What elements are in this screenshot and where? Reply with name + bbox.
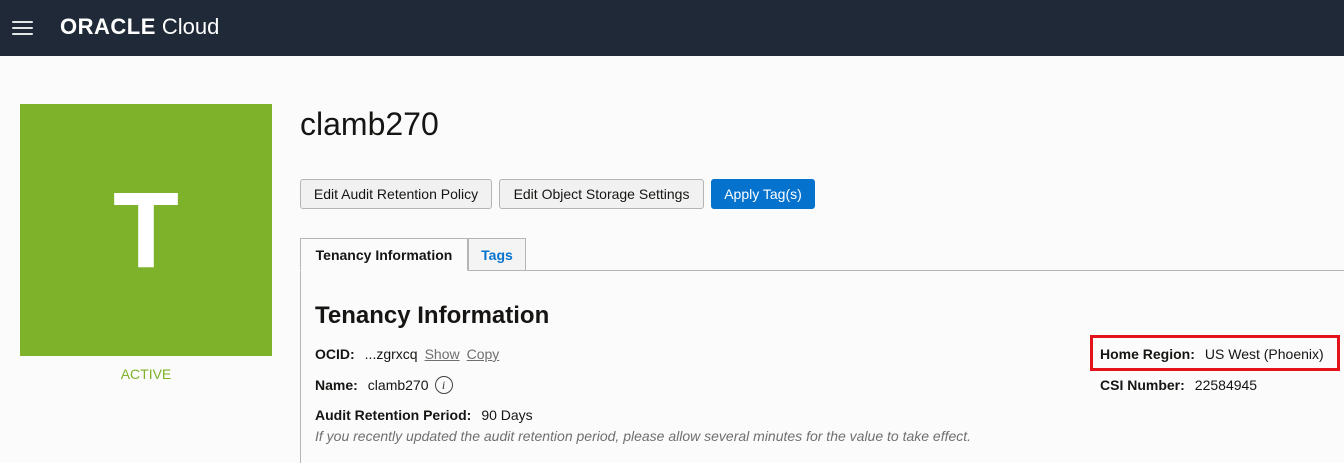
status-badge: ACTIVE — [120, 366, 172, 382]
edit-object-storage-settings-button[interactable]: Edit Object Storage Settings — [499, 179, 704, 209]
ocid-show-link[interactable]: Show — [425, 346, 460, 362]
page-title: clamb270 — [300, 106, 439, 142]
tenancy-avatar-letter: T — [113, 169, 179, 290]
csi-number-row: CSI Number: 22584945 — [1100, 376, 1257, 394]
name-value: clamb270 — [367, 377, 429, 393]
audit-retention-hint: If you recently updated the audit retent… — [315, 428, 972, 444]
edit-audit-retention-policy-button[interactable]: Edit Audit Retention Policy — [300, 179, 492, 209]
ocid-label: OCID: — [315, 346, 355, 362]
tab-tags[interactable]: Tags — [468, 238, 526, 271]
tab-tenancy-information[interactable]: Tenancy Information — [300, 238, 468, 271]
info-icon[interactable]: i — [434, 376, 453, 394]
csi-number-value: 22584945 — [1194, 377, 1258, 393]
tab-panel-border — [300, 271, 301, 463]
audit-retention-label: Audit Retention Period: — [315, 407, 472, 423]
apply-tags-button[interactable]: Apply Tag(s) — [711, 179, 815, 209]
tenancy-avatar-tile: T — [20, 104, 272, 356]
ocid-value: ...zgrxcq — [364, 346, 418, 362]
top-navigation-bar: ORACLE Cloud — [0, 0, 1344, 56]
brand-oracle: ORACLE — [60, 14, 156, 39]
name-row: Name: clamb270 i — [315, 375, 453, 395]
home-region-highlight-box — [1090, 335, 1340, 371]
ocid-row: OCID: ...zgrxcq Show Copy — [315, 345, 499, 363]
oracle-cloud-logo[interactable]: ORACLE Cloud — [60, 14, 219, 42]
brand-cloud: Cloud — [161, 14, 220, 39]
ocid-copy-link[interactable]: Copy — [467, 346, 500, 362]
name-label: Name: — [315, 377, 358, 393]
hamburger-menu-icon[interactable] — [12, 19, 33, 37]
csi-number-label: CSI Number: — [1100, 377, 1185, 393]
audit-retention-row: Audit Retention Period: 90 Days — [315, 406, 533, 424]
audit-retention-value: 90 Days — [481, 407, 533, 423]
section-title: Tenancy Information — [315, 302, 550, 329]
